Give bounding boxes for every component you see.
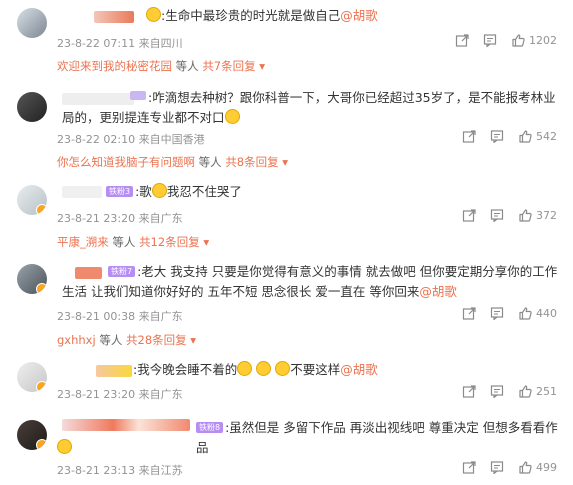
comment-meta: 23-8-21 23:20 来自广东 <box>57 388 183 401</box>
thumbs-up-icon <box>519 385 532 398</box>
avatar[interactable] <box>17 362 47 392</box>
avatar[interactable] <box>17 92 47 122</box>
comment-meta: 23-8-21 23:20 来自广东 <box>57 212 183 225</box>
like-button[interactable]: 372 <box>518 208 557 222</box>
like-button[interactable]: 440 <box>518 306 557 320</box>
crown-emoji <box>146 7 161 22</box>
share-button[interactable] <box>462 129 476 143</box>
share-button[interactable] <box>462 460 476 474</box>
comment-text: :生命中最珍贵的时光就是做自己@胡歌 <box>146 6 561 26</box>
reply-button[interactable] <box>490 384 504 398</box>
wink-emoji <box>224 109 240 124</box>
like-count: 372 <box>536 208 557 222</box>
reply-button[interactable] <box>490 306 504 320</box>
crying-emoji <box>275 361 291 376</box>
reply-button[interactable] <box>490 208 504 222</box>
share-button[interactable] <box>462 208 476 222</box>
share-icon <box>455 34 469 47</box>
like-count: 1202 <box>529 33 557 47</box>
mention-link[interactable]: @胡歌 <box>419 284 457 299</box>
crying-emoji <box>256 361 272 376</box>
username-redacted[interactable] <box>62 186 102 198</box>
comment-icon <box>490 461 504 474</box>
comment-icon <box>483 34 497 47</box>
mention-link[interactable]: @胡歌 <box>340 8 378 23</box>
share-icon <box>462 130 476 143</box>
like-button[interactable]: 1202 <box>511 33 557 47</box>
thumbs-up-icon <box>519 130 532 143</box>
like-count: 542 <box>536 129 557 143</box>
like-count: 251 <box>536 384 557 398</box>
fan-badge: 铁粉7 <box>108 266 136 277</box>
comment-meta: 23-8-21 23:13 来自江苏 <box>57 464 183 477</box>
comment-meta: 23-8-22 07:11 来自四川 <box>57 37 183 50</box>
share-icon <box>462 461 476 474</box>
comment-icon <box>490 385 504 398</box>
comment-actions: 1202 <box>455 33 557 47</box>
share-button[interactable] <box>462 384 476 398</box>
crying-emoji <box>151 183 167 198</box>
username-redacted[interactable] <box>94 11 134 23</box>
comment-text: :咋滴想去种树？跟你科普一下，大哥你已经超过35岁了，是不能报考林业局的，更别提… <box>62 90 556 125</box>
username-redacted[interactable] <box>96 365 132 377</box>
comment-icon <box>490 209 504 222</box>
thumbs-up-icon <box>519 461 532 474</box>
comment-actions: 440 <box>462 306 557 320</box>
like-button[interactable]: 499 <box>518 460 557 474</box>
comment-text: :我今晚会睡不着的 不要这样@胡歌 <box>133 361 378 377</box>
share-icon <box>462 307 476 320</box>
comment-actions: 499 <box>462 460 557 474</box>
like-button[interactable]: 542 <box>518 129 557 143</box>
triangle-down-icon: ▾ <box>282 155 289 169</box>
thumbs-up-icon <box>512 34 525 47</box>
comment-emoji <box>57 438 561 458</box>
fan-badge <box>130 91 146 100</box>
triangle-down-icon: ▾ <box>203 235 210 249</box>
username-redacted[interactable] <box>62 419 190 431</box>
avatar[interactable] <box>17 420 47 450</box>
avatar[interactable] <box>17 8 47 38</box>
comment-actions: 542 <box>462 129 557 143</box>
triangle-down-icon: ▾ <box>259 59 266 73</box>
reply-button[interactable] <box>483 33 497 47</box>
share-icon <box>462 385 476 398</box>
thumbs-up-icon <box>519 307 532 320</box>
fan-badge: 铁粉3 <box>106 186 134 197</box>
comment-text: 铁粉3:歌 我忍不住哭了 <box>106 182 561 202</box>
mention-link[interactable]: @胡歌 <box>340 362 378 377</box>
reply-button[interactable] <box>490 129 504 143</box>
reply-summary[interactable]: 平康_溯来 等人 共12条回复 ▾ <box>57 234 209 250</box>
fan-badge: 铁粉8 <box>196 422 224 433</box>
comment-actions: 251 <box>462 384 557 398</box>
share-icon <box>462 209 476 222</box>
thumbs-up-icon <box>519 209 532 222</box>
reply-button[interactable] <box>490 460 504 474</box>
comment-actions: 372 <box>462 208 557 222</box>
comment-icon <box>490 307 504 320</box>
comment-meta: 23-8-21 00:38 来自广东 <box>57 310 183 323</box>
like-count: 440 <box>536 306 557 320</box>
triangle-down-icon: ▾ <box>190 333 197 347</box>
share-button[interactable] <box>462 306 476 320</box>
crying-emoji <box>237 361 253 376</box>
comment-icon <box>490 130 504 143</box>
crying-emoji <box>57 439 72 454</box>
comment-meta: 23-8-22 02:10 来自中国香港 <box>57 133 205 146</box>
like-count: 499 <box>536 460 557 474</box>
reply-summary[interactable]: 你怎么知道我脑子有问题啊 等人 共8条回复 ▾ <box>57 154 288 170</box>
avatar[interactable] <box>17 185 47 215</box>
comment-text: 铁粉7:老大 我支持 只要是你觉得有意义的事情 就去做吧 但你要定期分享你的工作… <box>62 264 558 299</box>
reply-summary[interactable]: gxhhxj 等人 共28条回复 ▾ <box>57 332 196 348</box>
avatar[interactable] <box>17 264 47 294</box>
like-button[interactable]: 251 <box>518 384 557 398</box>
share-button[interactable] <box>455 33 469 47</box>
reply-summary[interactable]: 欢迎来到我的秘密花园 等人 共7条回复 ▾ <box>57 58 265 74</box>
